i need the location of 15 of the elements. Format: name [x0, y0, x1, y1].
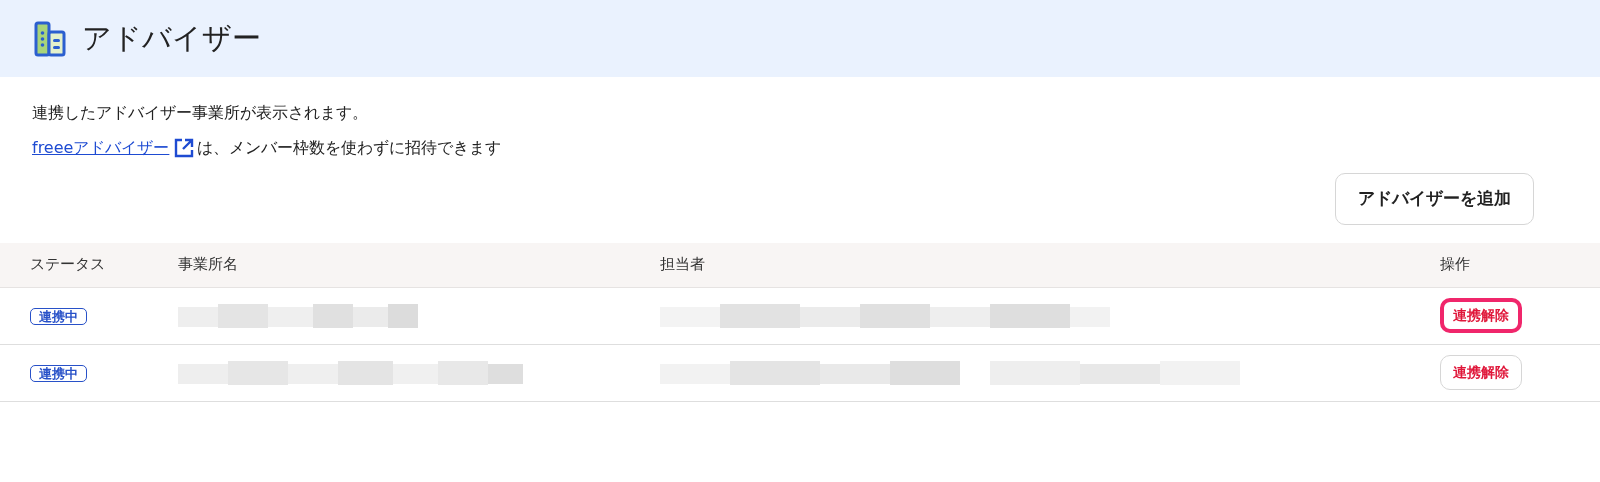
unlink-button[interactable]: 連携解除 [1440, 298, 1522, 333]
status-badge: 連携中 [30, 307, 87, 325]
column-header: 担当者 [660, 255, 705, 274]
unlink-button[interactable]: 連携解除 [1440, 355, 1522, 390]
description-text: 連携したアドバイザー事業所が表示されます。 [32, 102, 369, 124]
status-badge: 連携中 [30, 364, 87, 382]
description-text: は、メンバー枠数を使わずに招待できます [197, 137, 502, 159]
column-header: ステータス [30, 255, 105, 274]
external-link-icon[interactable] [173, 136, 196, 159]
page-title: アドバイザー [82, 21, 261, 56]
add-advisor-button[interactable]: アドバイザーを追加 [1335, 173, 1534, 225]
column-header: 操作 [1440, 255, 1470, 274]
building-icon [34, 20, 66, 57]
column-header: 事業所名 [178, 255, 238, 274]
link[interactable]: freeeアドバイザー [32, 130, 170, 165]
